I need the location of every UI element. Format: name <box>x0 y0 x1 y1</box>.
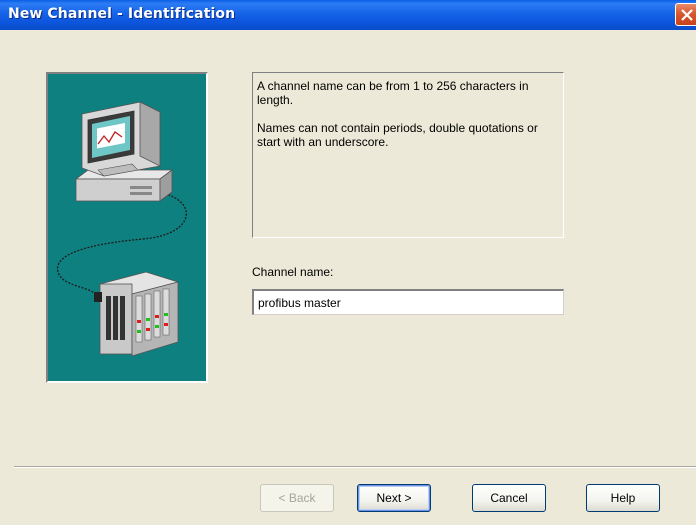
title-bar[interactable]: New Channel - Identification <box>0 0 696 30</box>
close-button[interactable] <box>675 3 696 26</box>
window-title: New Channel - Identification <box>8 6 236 22</box>
next-button[interactable]: Next > <box>357 484 431 512</box>
cancel-button[interactable]: Cancel <box>472 484 546 512</box>
help-button[interactable]: Help <box>586 484 660 512</box>
instructions-length-text: A channel name can be from 1 to 256 char… <box>257 79 529 107</box>
button-separator <box>14 466 696 468</box>
instructions-box: A channel name can be from 1 to 256 char… <box>252 72 564 238</box>
instructions-rules-text: Names can not contain periods, double qu… <box>257 121 538 149</box>
wizard-illustration <box>46 72 208 383</box>
back-button[interactable]: < Back <box>260 484 334 512</box>
channel-name-label: Channel name: <box>252 265 334 279</box>
dialog-window: New Channel - Identification A channel n… <box>0 0 696 525</box>
computer-network-illustration-icon <box>56 101 187 357</box>
channel-name-input[interactable] <box>252 289 564 315</box>
close-icon <box>681 9 693 21</box>
